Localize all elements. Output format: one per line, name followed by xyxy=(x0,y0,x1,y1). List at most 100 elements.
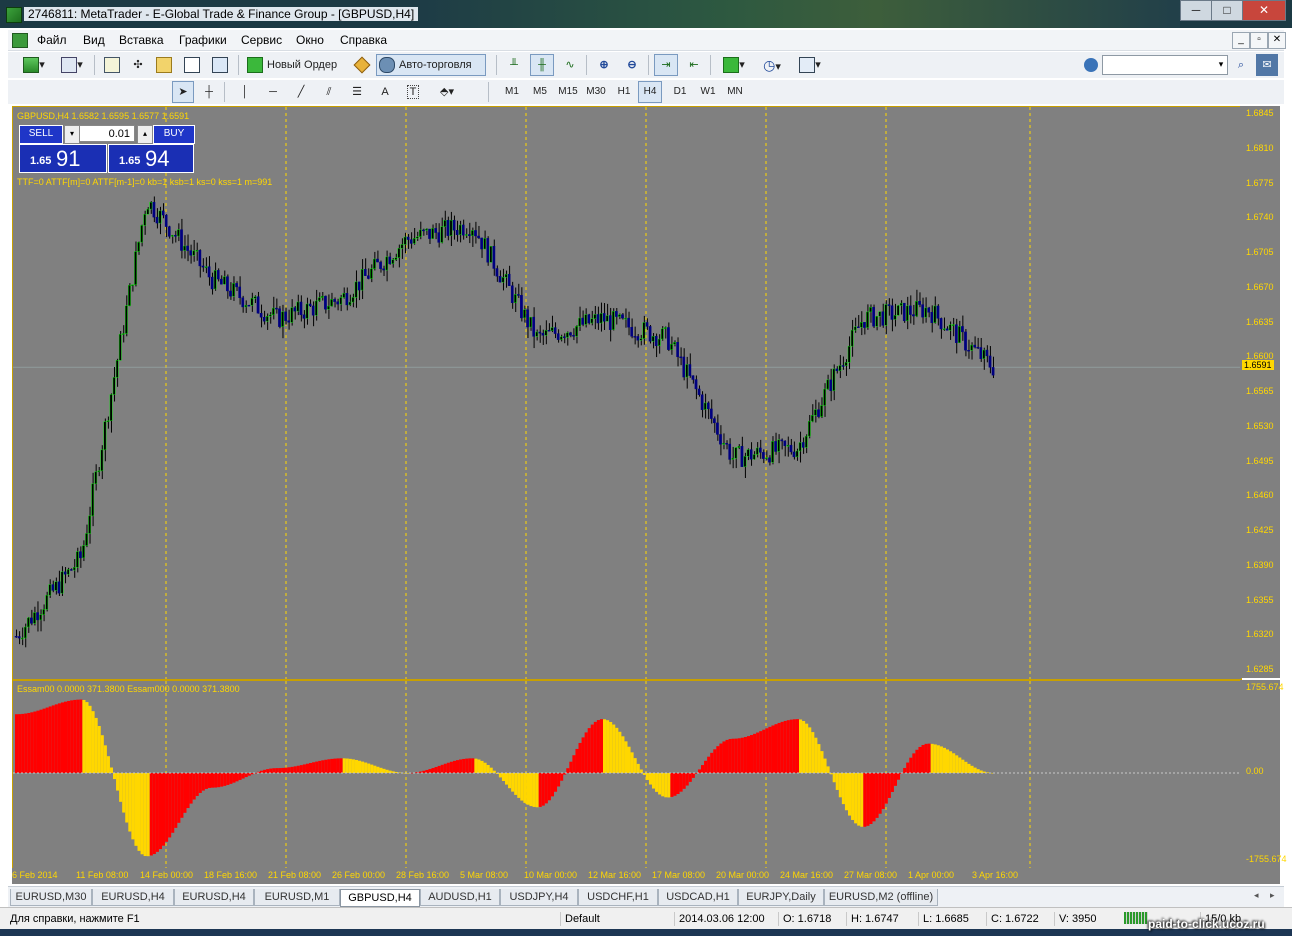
timeframe-h4[interactable]: H4 xyxy=(638,81,662,103)
sell-button[interactable]: SELL xyxy=(19,125,63,144)
tab-eurusd-m1[interactable]: EURUSD,M1 xyxy=(254,889,340,906)
candle-body xyxy=(578,317,581,327)
mdi-close-button[interactable]: ✕ xyxy=(1268,32,1286,49)
oscillator-bar xyxy=(517,773,521,798)
candle-body xyxy=(826,379,830,390)
oscillator-bar xyxy=(805,723,809,773)
data-window-button[interactable]: ✣ xyxy=(126,54,150,76)
candle-body xyxy=(213,270,217,290)
candle-body xyxy=(890,305,894,320)
tabs-scroll-right-icon[interactable]: ▸ xyxy=(1270,890,1275,901)
messages-button[interactable]: ✉ xyxy=(1256,54,1278,76)
navigator-button[interactable] xyxy=(152,54,176,76)
channel-button[interactable]: ⫽ xyxy=(318,81,340,103)
crosshair-tool-button[interactable]: ┼ xyxy=(198,81,220,103)
zoom-in-button[interactable]: ⊕ xyxy=(592,54,616,76)
timeframe-d1[interactable]: D1 xyxy=(668,81,692,103)
arrows-button[interactable]: ⬘▾ xyxy=(430,81,464,103)
timeframe-m5[interactable]: M5 xyxy=(528,81,552,103)
strategy-tester-button[interactable] xyxy=(208,54,232,76)
oscillator-bar xyxy=(897,773,901,780)
line-chart-button[interactable]: ∿ xyxy=(558,54,582,76)
menu-help[interactable]: Справка xyxy=(340,33,387,47)
timeframe-m1[interactable]: M1 xyxy=(500,81,524,103)
oscillator-bar xyxy=(918,746,922,773)
oscillator-bar xyxy=(946,749,950,773)
label-tool-button[interactable]: T xyxy=(402,81,424,103)
text-tool-button[interactable]: A xyxy=(374,81,396,103)
timeframe-m15[interactable]: M15 xyxy=(554,81,582,103)
trendline-button[interactable]: ╱ xyxy=(290,81,312,103)
mdi-minimize-button[interactable]: _ xyxy=(1232,32,1250,49)
tab-eurjpy-daily[interactable]: EURJPY,Daily xyxy=(738,889,824,906)
zoom-out-button[interactable]: ⊖ xyxy=(620,54,644,76)
candlestick-button[interactable]: ╫ xyxy=(530,54,554,76)
tab-eurusd-h4-2[interactable]: EURUSD,H4 xyxy=(174,889,254,906)
bar-chart-button[interactable]: ╨ xyxy=(502,54,526,76)
fibonacci-button[interactable]: ☰ xyxy=(346,81,368,103)
market-watch-button[interactable] xyxy=(100,54,124,76)
indicators-button[interactable]: ▾ xyxy=(716,54,752,76)
auto-scroll-button[interactable]: ⇥ xyxy=(654,54,678,76)
terminal-button[interactable] xyxy=(180,54,204,76)
periods-button[interactable]: ◷▾ xyxy=(754,54,790,76)
menu-tools[interactable]: Сервис xyxy=(241,33,282,47)
ask-price-button[interactable]: 1.65 94 xyxy=(108,144,194,173)
search-dropdown-chevron-icon[interactable]: ▾ xyxy=(1216,56,1226,72)
candle-body xyxy=(795,450,799,458)
horizontal-line-button[interactable]: ─ xyxy=(262,81,284,103)
oscillator-bar xyxy=(961,759,965,773)
timeframe-w1[interactable]: W1 xyxy=(696,81,720,103)
candle-body xyxy=(394,257,398,260)
tab-eurusd-m30[interactable]: EURUSD,M30 xyxy=(10,889,92,906)
profiles-button[interactable]: ▾ xyxy=(54,54,90,76)
vertical-line-button[interactable]: │ xyxy=(234,81,256,103)
timeframe-m30[interactable]: M30 xyxy=(582,81,610,103)
buy-button[interactable]: BUY xyxy=(153,125,195,144)
bid-price-button[interactable]: 1.65 91 xyxy=(19,144,107,173)
menu-file[interactable]: Файл xyxy=(37,33,67,47)
tabs-scroll-left-icon[interactable]: ◂ xyxy=(1254,890,1259,901)
price-chart[interactable]: GBPUSD,H4 1.6582 1.6595 1.6577 1.6591 SE… xyxy=(12,106,1242,680)
search-button[interactable]: ⌕ xyxy=(1230,54,1252,76)
close-button[interactable]: ✕ xyxy=(1242,0,1286,21)
tab-eurusd-m2-offline[interactable]: EURUSD,M2 (offline) xyxy=(824,889,938,906)
lot-increase-chevron-up-icon[interactable]: ▴ xyxy=(137,125,153,144)
menu-charts[interactable]: Графики xyxy=(179,33,227,47)
minimize-button[interactable]: ─ xyxy=(1180,0,1212,21)
timeframe-h1[interactable]: H1 xyxy=(612,81,636,103)
templates-button[interactable]: ▾ xyxy=(792,54,828,76)
tester-icon xyxy=(212,57,228,74)
menu-window[interactable]: Окно xyxy=(296,33,324,47)
search-input[interactable] xyxy=(1102,55,1228,75)
candle-body xyxy=(51,584,55,591)
menu-insert[interactable]: Вставка xyxy=(119,33,164,47)
tab-gbpusd-h4[interactable]: GBPUSD,H4 xyxy=(340,889,420,907)
candle-body xyxy=(363,268,367,276)
menu-view[interactable]: Вид xyxy=(83,33,105,47)
mdi-restore-button[interactable]: ▫ xyxy=(1250,32,1268,49)
candle-body xyxy=(670,343,673,350)
metaeditor-button[interactable] xyxy=(350,54,374,76)
tab-usdcad-h1[interactable]: USDCAD,H1 xyxy=(658,889,738,906)
candle-body xyxy=(149,201,153,210)
maximize-button[interactable]: □ xyxy=(1211,0,1243,21)
tab-eurusd-h4[interactable]: EURUSD,H4 xyxy=(92,889,174,906)
settings-button[interactable] xyxy=(1080,54,1102,76)
oscillator-bar xyxy=(275,768,279,773)
cursor-tool-button[interactable]: ➤ xyxy=(172,81,194,103)
oscillator-bar xyxy=(18,714,22,773)
new-order-button[interactable]: Новый Ордер xyxy=(244,54,348,76)
autotrading-button[interactable]: Авто-торговля xyxy=(376,54,486,76)
lot-size-field[interactable]: 0.01 xyxy=(79,125,135,142)
candle-body xyxy=(30,617,33,624)
lot-decrease-chevron-down-icon[interactable]: ▾ xyxy=(64,125,80,144)
timeframe-mn[interactable]: MN xyxy=(722,81,748,103)
tab-usdjpy-h4[interactable]: USDJPY,H4 xyxy=(500,889,578,906)
oscillator-window[interactable]: Essam00 0.0000 371.3800 Essam000 0.0000 … xyxy=(12,680,1242,870)
new-chart-button[interactable]: ▾ xyxy=(16,54,52,76)
chart-shift-button[interactable]: ⇤ xyxy=(682,54,706,76)
time-tick-label: 14 Feb 00:00 xyxy=(140,870,194,880)
tab-audusd-h1[interactable]: AUDUSD,H1 xyxy=(420,889,500,906)
tab-usdchf-h1[interactable]: USDCHF,H1 xyxy=(578,889,658,906)
